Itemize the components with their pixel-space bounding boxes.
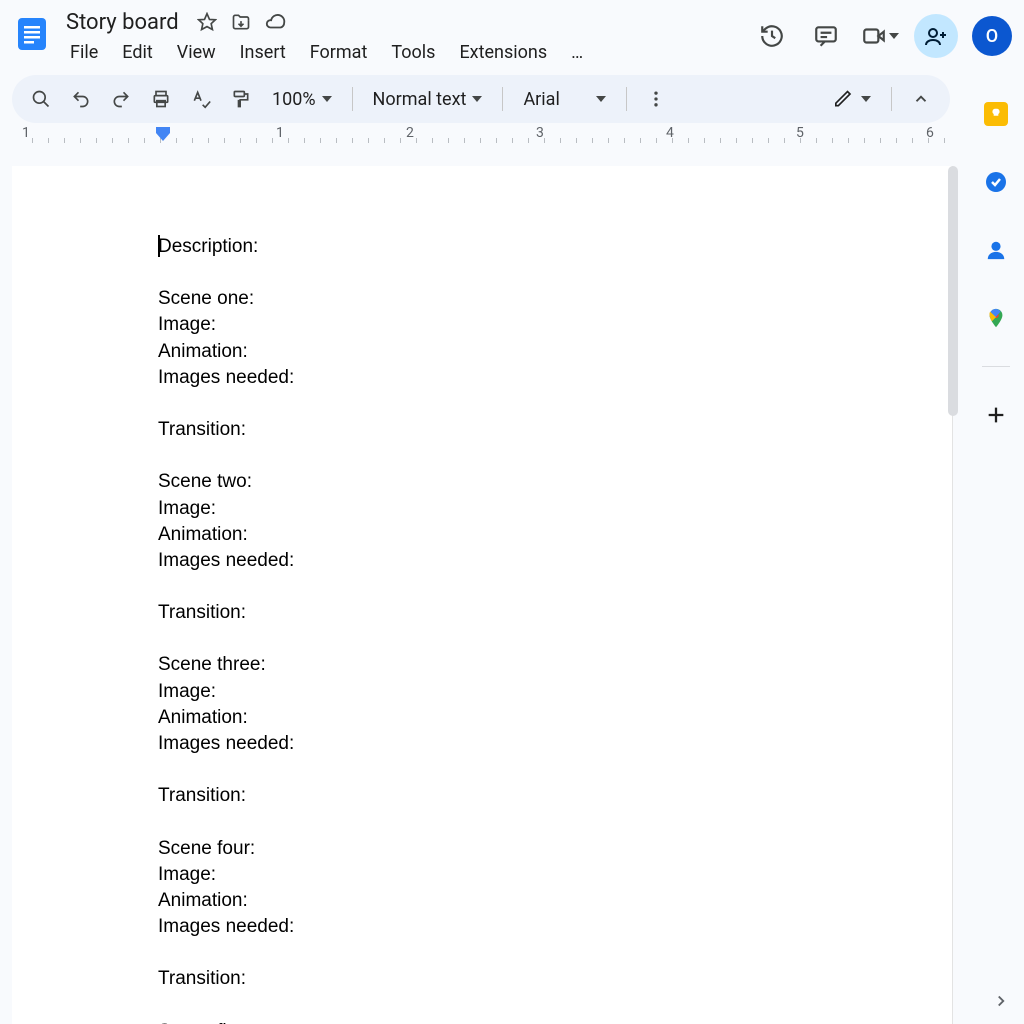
zoom-value: 100% — [272, 89, 316, 110]
doc-line[interactable]: Scene five: — [158, 1019, 952, 1024]
comments-icon[interactable] — [806, 16, 846, 56]
text-cursor — [158, 235, 160, 257]
separator — [352, 87, 353, 111]
doc-line[interactable]: Scene two: — [158, 469, 952, 495]
doc-line[interactable] — [158, 940, 952, 966]
doc-line[interactable] — [158, 391, 952, 417]
meet-button[interactable] — [860, 16, 900, 56]
font-select[interactable]: Arial — [515, 85, 613, 114]
document-canvas: Description:Scene one:Image:Animation:Im… — [12, 166, 960, 1024]
vertical-scrollbar[interactable] — [948, 166, 958, 416]
move-icon[interactable] — [229, 10, 253, 34]
toolbar: 100% Normal text Arial — [12, 75, 950, 123]
menu-bar: File Edit View Insert Format Tools Exten… — [60, 38, 744, 67]
search-icon[interactable] — [24, 82, 58, 116]
doc-line[interactable]: Images needed: — [158, 548, 952, 574]
docs-logo[interactable] — [12, 8, 52, 60]
show-side-panel-icon[interactable] — [992, 992, 1010, 1014]
page[interactable]: Description:Scene one:Image:Animation:Im… — [12, 166, 952, 1024]
doc-line[interactable]: Scene four: — [158, 836, 952, 862]
menu-edit[interactable]: Edit — [112, 38, 162, 67]
title-area: Story board File Edit View Insert Format… — [60, 8, 744, 67]
separator — [502, 87, 503, 111]
doc-line[interactable] — [158, 626, 952, 652]
doc-line[interactable]: Transition: — [158, 966, 952, 992]
side-panel — [968, 88, 1024, 435]
doc-line[interactable]: Image: — [158, 312, 952, 338]
doc-line[interactable] — [158, 443, 952, 469]
add-addon-icon[interactable] — [976, 395, 1016, 435]
doc-line[interactable]: Animation: — [158, 522, 952, 548]
paint-format-icon[interactable] — [224, 82, 258, 116]
menu-tools[interactable]: Tools — [381, 38, 445, 67]
collapse-toolbar-icon[interactable] — [904, 82, 938, 116]
doc-line[interactable] — [158, 574, 952, 600]
separator — [891, 87, 892, 111]
tasks-icon[interactable] — [976, 162, 1016, 202]
menu-extensions[interactable]: Extensions — [449, 38, 557, 67]
chevron-down-icon — [322, 96, 332, 102]
ruler-number: 2 — [406, 125, 414, 141]
toolbar-wrap: 100% Normal text Arial — [0, 67, 1024, 123]
doc-line[interactable]: Transition: — [158, 600, 952, 626]
doc-line[interactable] — [158, 993, 952, 1019]
doc-line[interactable]: Transition: — [158, 783, 952, 809]
chevron-down-icon — [472, 96, 482, 102]
doc-line[interactable]: Scene one: — [158, 286, 952, 312]
doc-line[interactable]: Description: — [158, 234, 952, 260]
doc-line[interactable]: Images needed: — [158, 914, 952, 940]
header-actions: O — [752, 8, 1012, 58]
doc-line[interactable]: Image: — [158, 496, 952, 522]
print-icon[interactable] — [144, 82, 178, 116]
doc-line[interactable] — [158, 260, 952, 286]
doc-line[interactable]: Animation: — [158, 339, 952, 365]
redo-icon[interactable] — [104, 82, 138, 116]
doc-line[interactable]: Images needed: — [158, 365, 952, 391]
menu-insert[interactable]: Insert — [230, 38, 296, 67]
doc-title[interactable]: Story board — [60, 8, 185, 37]
menu-file[interactable]: File — [60, 38, 108, 67]
doc-line[interactable] — [158, 810, 952, 836]
doc-line[interactable]: Animation: — [158, 705, 952, 731]
cloud-status-icon[interactable] — [263, 10, 287, 34]
history-icon[interactable] — [752, 16, 792, 56]
spellcheck-icon[interactable] — [184, 82, 218, 116]
header-bar: Story board File Edit View Insert Format… — [0, 0, 1024, 67]
editing-mode-button[interactable] — [827, 85, 879, 113]
more-tools-icon[interactable] — [639, 82, 673, 116]
keep-icon[interactable] — [976, 94, 1016, 134]
ruler-number: 1 — [276, 125, 284, 141]
doc-line[interactable]: Scene three: — [158, 652, 952, 678]
chevron-down-icon — [889, 33, 899, 39]
account-avatar[interactable]: O — [972, 16, 1012, 56]
contacts-icon[interactable] — [976, 230, 1016, 270]
ruler-number: 1 — [22, 125, 30, 141]
doc-line[interactable]: Transition: — [158, 417, 952, 443]
side-divider — [982, 366, 1010, 367]
ruler-number: 3 — [536, 125, 544, 141]
chevron-down-icon — [596, 96, 606, 102]
font-value: Arial — [523, 89, 559, 110]
ruler[interactable]: 1123456 — [12, 127, 960, 145]
style-select[interactable]: Normal text — [365, 85, 491, 114]
maps-icon[interactable] — [976, 298, 1016, 338]
chevron-down-icon — [861, 96, 871, 102]
zoom-select[interactable]: 100% — [264, 85, 340, 114]
share-button[interactable] — [914, 14, 958, 58]
star-icon[interactable] — [195, 10, 219, 34]
menu-view[interactable]: View — [167, 38, 226, 67]
separator — [626, 87, 627, 111]
style-value: Normal text — [373, 89, 467, 110]
doc-line[interactable]: Image: — [158, 862, 952, 888]
menu-more[interactable]: … — [561, 38, 593, 67]
undo-icon[interactable] — [64, 82, 98, 116]
indent-marker[interactable] — [156, 127, 170, 143]
doc-line[interactable]: Images needed: — [158, 731, 952, 757]
doc-line[interactable]: Image: — [158, 679, 952, 705]
menu-format[interactable]: Format — [300, 38, 378, 67]
doc-line[interactable]: Animation: — [158, 888, 952, 914]
doc-line[interactable] — [158, 757, 952, 783]
